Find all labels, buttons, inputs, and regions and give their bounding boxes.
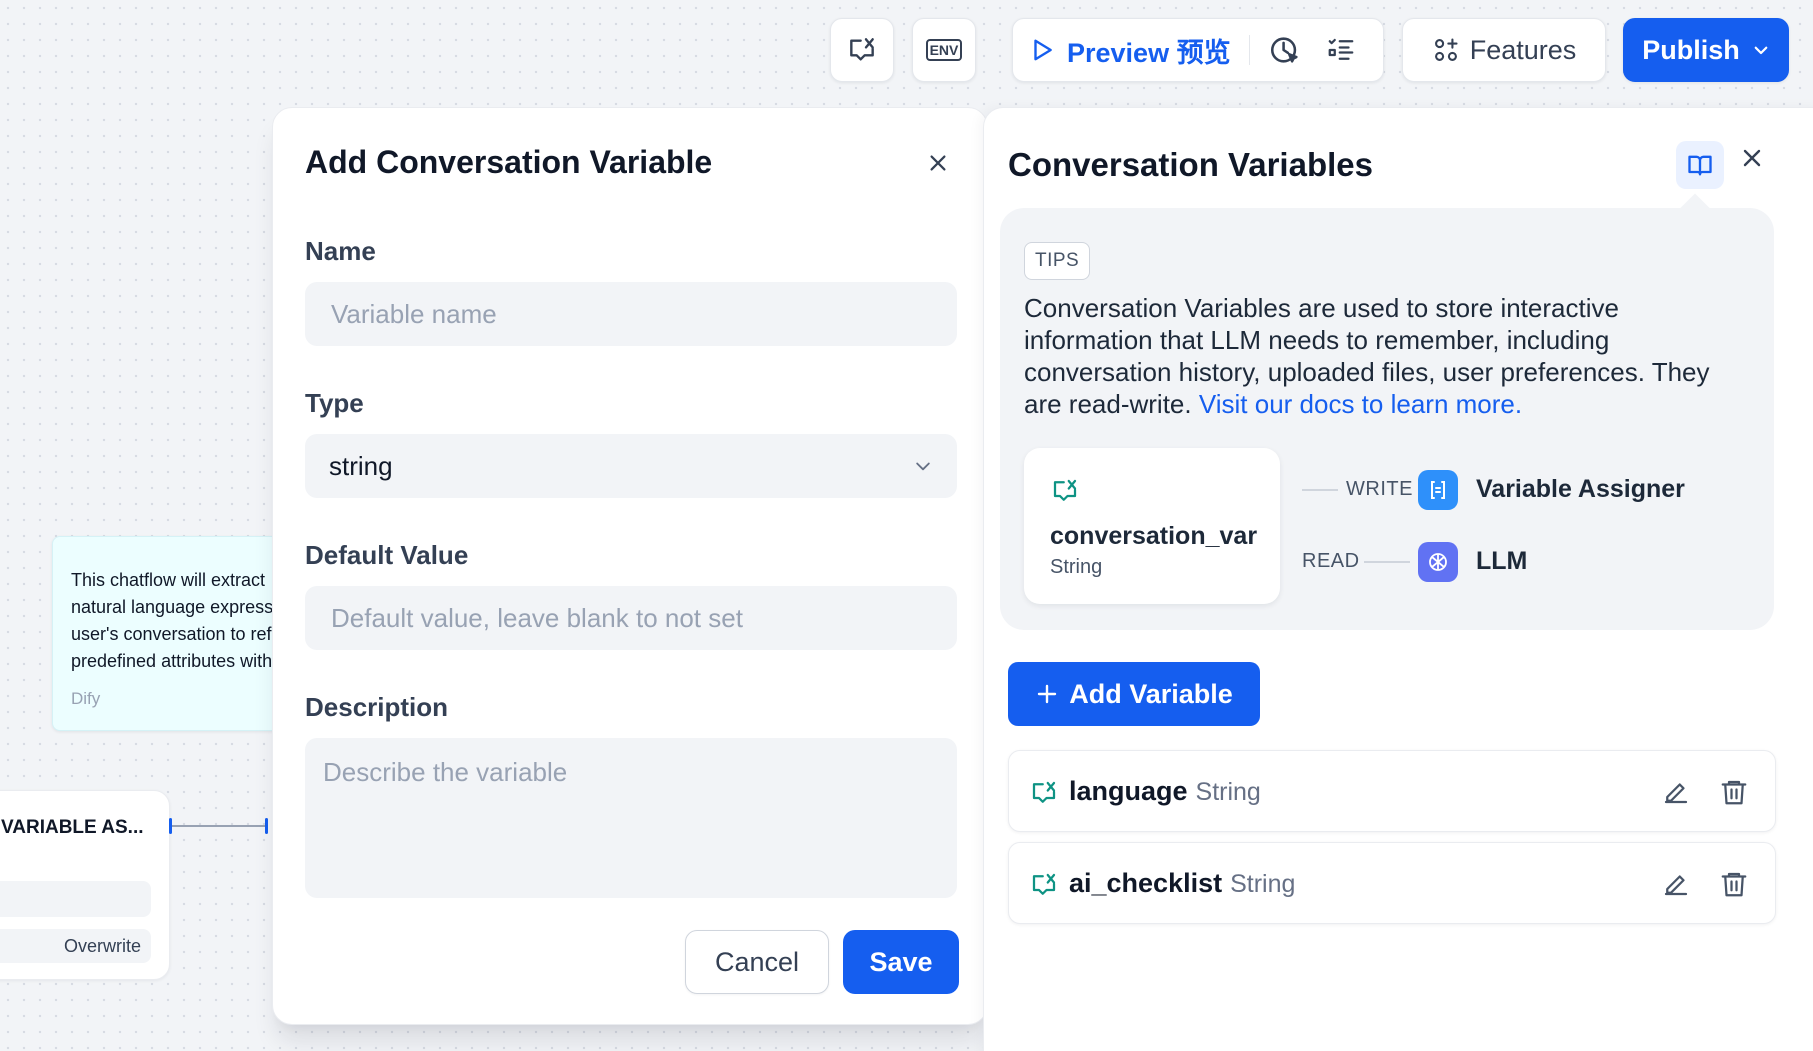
node-handle[interactable] (265, 818, 268, 834)
conversation-variable-icon (1050, 476, 1080, 506)
add-variable-label: Add Variable (1069, 678, 1233, 709)
variable-name-text: ai_checklist (1069, 868, 1223, 898)
note-card[interactable]: This chatflow will extract natural langu… (52, 536, 292, 731)
type-label: Type (305, 388, 364, 418)
name-label: Name (305, 236, 376, 266)
variable-type: String (1195, 778, 1261, 806)
modal-title: Add Conversation Variable (305, 144, 713, 180)
note-line: user's conversation to refine (71, 624, 292, 644)
environment-variables-button[interactable]: ENV (912, 18, 976, 82)
preview-group: Preview 预览 (1012, 18, 1384, 82)
publish-button[interactable]: Publish (1623, 18, 1789, 82)
checklist-icon[interactable] (1326, 35, 1356, 65)
conversation-variable-icon (1029, 870, 1059, 900)
chevron-down-icon (1752, 41, 1770, 59)
plus-icon (1035, 682, 1059, 706)
variable-row[interactable]: ai_checklist String (1008, 842, 1776, 924)
type-value: string (329, 450, 393, 481)
add-variable-button[interactable]: Add Variable (1008, 662, 1260, 726)
read-label: READ (1302, 550, 1360, 572)
note-line: natural language expressions (71, 597, 292, 617)
write-arrow-line (1302, 489, 1338, 491)
conversation-variable-icon (1029, 778, 1059, 808)
close-icon[interactable] (927, 152, 949, 174)
add-conversation-variable-modal: Add Conversation Variable Name Type stri… (272, 107, 988, 1025)
conversation-variable-icon (846, 34, 878, 66)
features-button[interactable]: Features (1402, 18, 1606, 82)
node-title: VARIABLE AS... (1, 817, 144, 838)
node-connector (170, 825, 267, 827)
reader-name: LLM (1476, 547, 1528, 575)
write-label: WRITE (1346, 478, 1413, 500)
llm-icon (1418, 542, 1458, 582)
variable-name-text: language (1069, 776, 1188, 806)
default-value-input[interactable] (305, 586, 957, 650)
example-variable-card: conversation_var String (1024, 448, 1280, 604)
node-mode-tag: Overwrite (0, 929, 151, 963)
play-icon (1029, 36, 1055, 64)
cancel-button[interactable]: Cancel (685, 930, 829, 994)
example-variable-type: String (1050, 556, 1103, 578)
read-arrow-line (1364, 561, 1410, 563)
conversation-variables-button[interactable] (830, 18, 894, 82)
example-variable-name: conversation_var (1050, 522, 1258, 550)
writer-name: Variable Assigner (1476, 475, 1685, 503)
preview-label: Preview 预览 (1067, 37, 1231, 68)
description-label: Description (305, 692, 449, 722)
node-handle[interactable] (169, 818, 172, 834)
description-textarea[interactable] (305, 738, 957, 898)
preview-button[interactable]: Preview 预览 (1029, 31, 1231, 70)
env-icon: ENV (925, 39, 963, 61)
publish-label: Publish (1642, 34, 1740, 65)
tips-box: TIPS Conversation Variables are used to … (1000, 208, 1774, 630)
variable-assigner-node[interactable]: VARIABLE AS... Overwrite (0, 790, 170, 980)
default-value-label: Default Value (305, 540, 469, 570)
tips-badge: TIPS (1024, 242, 1091, 280)
run-history-icon[interactable] (1268, 33, 1302, 67)
book-icon[interactable] (1676, 141, 1724, 189)
trash-icon[interactable] (1719, 777, 1749, 807)
type-select[interactable]: string (305, 434, 957, 498)
variable-name: language String (1069, 776, 1261, 807)
variable-assigner-icon (1418, 470, 1458, 510)
edit-icon[interactable] (1661, 777, 1691, 807)
variable-name: ai_checklist String (1069, 868, 1295, 899)
note-line: predefined attributes with (71, 651, 273, 671)
docs-link[interactable]: Visit our docs to learn more. (1199, 389, 1522, 419)
node-field (0, 881, 151, 917)
save-button[interactable]: Save (843, 930, 959, 994)
toolbar-divider (1248, 35, 1250, 65)
note-author: Dify (71, 689, 101, 708)
note-line: This chatflow will extract (71, 570, 266, 590)
close-icon[interactable] (1740, 146, 1764, 170)
conversation-variables-panel: Conversation Variables TIPS Conversation… (983, 107, 1813, 1051)
features-icon (1432, 36, 1460, 64)
tips-text: Conversation Variables are used to store… (1024, 292, 1754, 420)
panel-title: Conversation Variables (1008, 146, 1373, 183)
name-input[interactable] (305, 282, 957, 346)
variable-row[interactable]: language String (1008, 750, 1776, 832)
trash-icon[interactable] (1719, 869, 1749, 899)
variable-type: String (1230, 870, 1296, 898)
edit-icon[interactable] (1661, 869, 1691, 899)
chevron-down-icon (913, 456, 933, 476)
features-label: Features (1469, 34, 1577, 65)
